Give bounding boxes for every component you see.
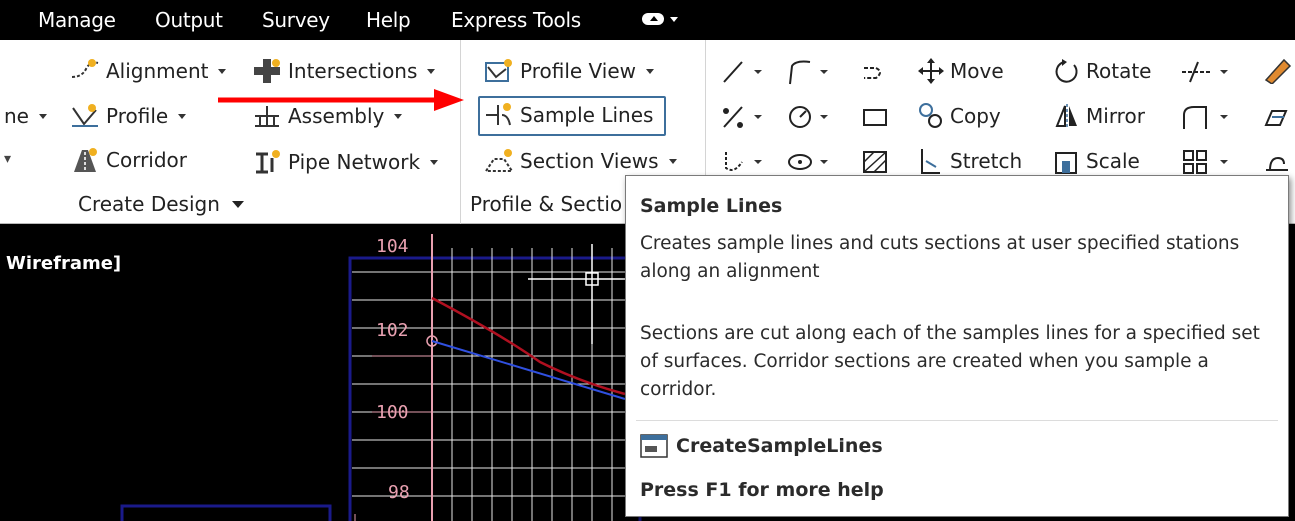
tooltip-details: Sections are cut along each of the sampl… <box>640 323 1260 400</box>
line-tool-icon[interactable] <box>720 58 762 86</box>
array-tool-icon[interactable] <box>1180 148 1228 176</box>
elevation-label: 102 <box>376 320 409 341</box>
menu-survey[interactable]: Survey <box>262 8 330 32</box>
annotation-arrow <box>218 89 464 111</box>
alignment-icon <box>70 57 100 85</box>
pipe-network-label: Pipe Network <box>288 150 421 174</box>
move-button[interactable]: Move <box>918 56 1004 86</box>
elevation-label: 104 <box>376 236 409 257</box>
sample-lines-tooltip: Sample Lines Creates sample lines and cu… <box>625 175 1289 517</box>
chevron-down-icon <box>646 68 655 74</box>
chevron-down-icon <box>427 68 436 74</box>
panel-title-label: Create Design <box>78 192 220 216</box>
corridor-button[interactable]: Corridor <box>70 145 187 175</box>
profile-view-icon <box>484 57 514 85</box>
chevron-down-icon <box>218 68 227 74</box>
partial-button-label: ne <box>4 104 29 128</box>
sample-lines-icon <box>484 101 514 129</box>
menu-manage[interactable]: Manage <box>38 8 116 32</box>
menu-help[interactable]: Help <box>366 8 411 32</box>
menu-output[interactable]: Output <box>155 8 223 32</box>
panel-divider <box>460 40 461 225</box>
profile-button[interactable]: Profile <box>70 101 187 131</box>
tooltip-command: CreateSampleLines <box>640 434 883 458</box>
panel-title-profile-section[interactable]: Profile & Sectio <box>470 192 622 216</box>
chevron-down-icon <box>430 159 439 165</box>
move-label: Move <box>950 59 1004 83</box>
intersections-label: Intersections <box>288 59 418 83</box>
section-views-icon <box>484 147 514 175</box>
rectangle-tool-icon[interactable] <box>860 103 890 131</box>
stretch-icon <box>918 147 944 175</box>
ellipse-tool-icon[interactable] <box>786 148 828 176</box>
profile-view-button[interactable]: Profile View <box>484 56 655 86</box>
stretch-label: Stretch <box>950 149 1023 173</box>
scale-button[interactable]: Scale <box>1054 146 1140 176</box>
sample-lines-label: Sample Lines <box>520 103 654 127</box>
command-icon <box>640 434 668 458</box>
elevation-label: 98 <box>388 482 410 503</box>
section-views-button[interactable]: Section Views <box>484 146 677 176</box>
chevron-down-icon <box>38 113 47 119</box>
profile-label: Profile <box>106 104 169 128</box>
move-icon <box>918 57 944 85</box>
join-tool-icon[interactable] <box>1262 148 1292 176</box>
rotate-label: Rotate <box>1086 59 1152 83</box>
workspace-switch-icon[interactable] <box>642 10 682 30</box>
menu-express-tools[interactable]: Express Tools <box>451 8 581 32</box>
mirror-icon <box>1054 102 1080 130</box>
tooltip-divider <box>636 420 1278 421</box>
points-tool-icon[interactable] <box>720 103 762 131</box>
intersections-button[interactable]: Intersections <box>252 56 436 86</box>
trim-tool-icon[interactable] <box>1180 58 1228 86</box>
curve-tool-icon[interactable] <box>860 58 890 86</box>
viewport-style-label[interactable]: Wireframe] <box>6 253 121 274</box>
polyline-tool-icon[interactable] <box>786 58 828 86</box>
scale-label: Scale <box>1086 149 1140 173</box>
corridor-icon <box>70 146 100 174</box>
rotate-icon <box>1054 57 1080 85</box>
arc-tool-icon[interactable] <box>720 148 762 176</box>
mirror-button[interactable]: Mirror <box>1054 101 1145 131</box>
tooltip-help: Press F1 for more help <box>640 479 884 501</box>
fillet-tool-icon[interactable] <box>1180 103 1228 131</box>
alignment-label: Alignment <box>106 59 209 83</box>
hatch-tool-icon[interactable] <box>860 148 890 176</box>
profile-icon <box>70 102 100 130</box>
explode-tool-icon[interactable] <box>1262 103 1292 131</box>
chevron-down-icon <box>231 200 244 208</box>
rotate-button[interactable]: Rotate <box>1054 56 1151 86</box>
menu-bar: Manage Output Survey Help Express Tools <box>0 0 1295 40</box>
partial-dropdown-icon[interactable]: ▾ <box>4 150 11 167</box>
alignment-button[interactable]: Alignment <box>70 56 227 86</box>
copy-button[interactable]: Copy <box>918 101 1001 131</box>
chevron-down-icon <box>178 113 187 119</box>
intersections-icon <box>252 57 282 85</box>
corridor-label: Corridor <box>106 148 188 172</box>
panel-title-label: Profile & Sectio <box>470 192 623 216</box>
erase-tool-icon[interactable] <box>1262 56 1292 85</box>
chevron-down-icon <box>394 113 403 119</box>
tooltip-title: Sample Lines <box>640 195 783 217</box>
copy-label: Copy <box>950 104 1001 128</box>
mirror-label: Mirror <box>1086 104 1145 128</box>
tooltip-description: Creates sample lines and cuts sections a… <box>640 233 1240 282</box>
elevation-label: 100 <box>376 402 409 423</box>
profile-view-label: Profile View <box>520 59 637 83</box>
sample-lines-button[interactable]: Sample Lines <box>484 100 653 130</box>
command-name: CreateSampleLines <box>676 435 883 457</box>
circle-tool-icon[interactable] <box>786 103 828 131</box>
section-views-label: Section Views <box>520 149 659 173</box>
panel-title-create-design[interactable]: Create Design <box>78 192 244 216</box>
scale-icon <box>1054 147 1080 175</box>
copy-icon <box>918 102 944 130</box>
partial-button-left[interactable]: ne <box>4 101 47 131</box>
pipe-network-button[interactable]: Pipe Network <box>252 147 439 177</box>
stretch-button[interactable]: Stretch <box>918 146 1022 176</box>
chevron-down-icon <box>668 158 677 164</box>
pipe-network-icon <box>252 148 282 176</box>
